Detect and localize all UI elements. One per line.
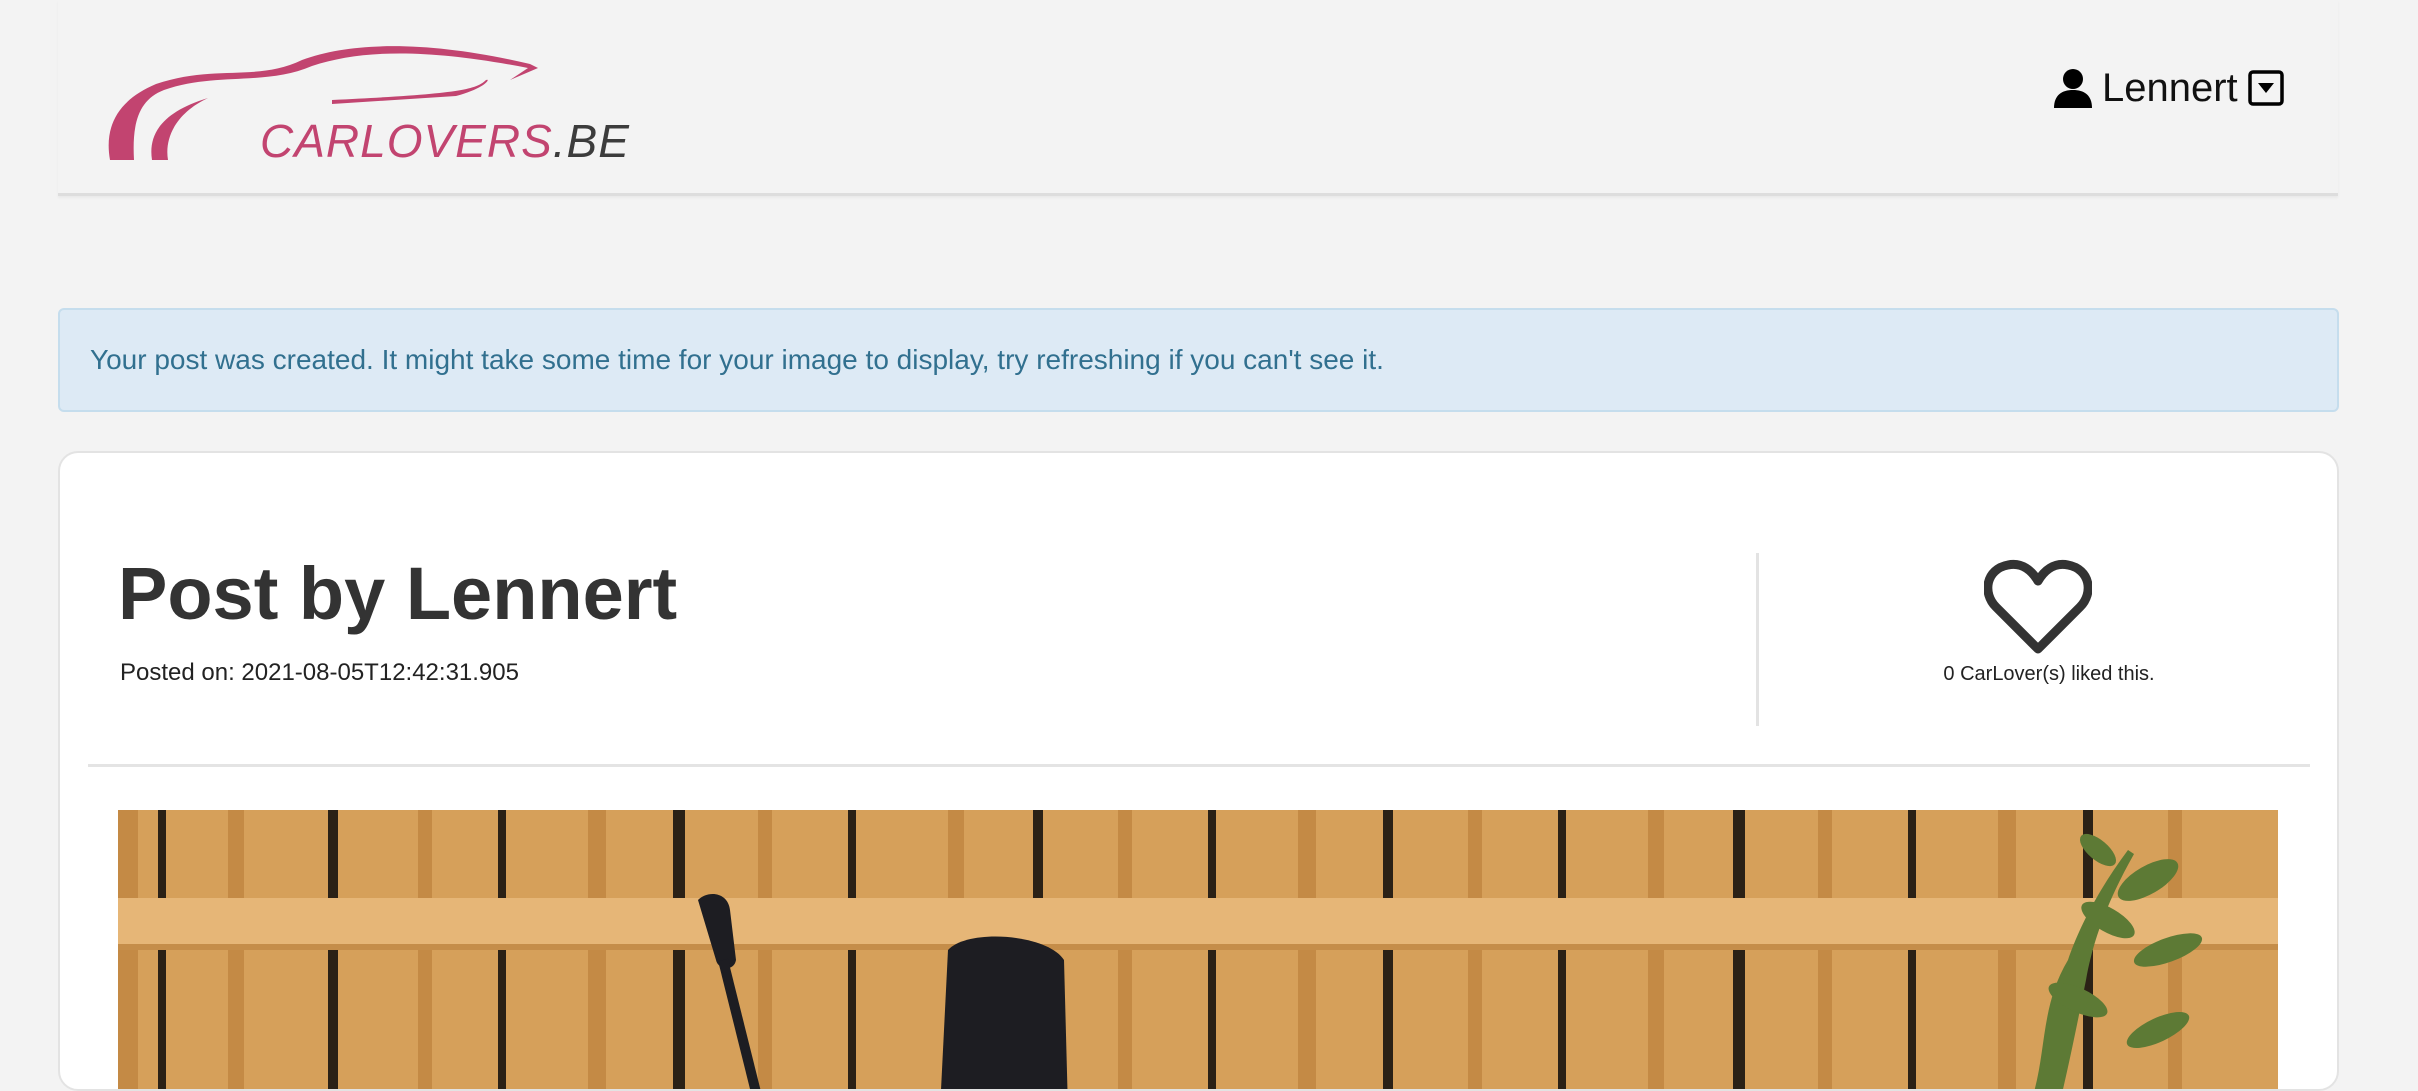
brand-name-tld: .BE	[552, 115, 630, 167]
likes-count-text: 0 CarLover(s) liked this.	[1943, 663, 2155, 685]
post-image	[118, 810, 2278, 1089]
post-panel: Post by Lennert Posted on: 2021-08-05T12…	[58, 451, 2339, 1091]
heart-outline-icon[interactable]	[1984, 559, 2092, 657]
navbar: CARLOVERS.BE Lennert	[58, 0, 2338, 196]
user-menu-toggle[interactable]: Lennert	[2052, 58, 2284, 118]
post-title: Post by Lennert	[118, 552, 678, 635]
user-icon	[2054, 69, 2092, 108]
brand-name-main: CARLOVERS	[260, 115, 553, 167]
post-date: Posted on: 2021-08-05T12:42:31.905	[120, 659, 519, 686]
alert-message: Your post was created. It might take som…	[90, 344, 1384, 375]
alert-post-created: Your post was created. It might take som…	[58, 308, 2339, 412]
vertical-divider	[1756, 553, 1759, 726]
motorbike-photo	[118, 810, 2278, 1089]
horizontal-divider	[88, 764, 2310, 767]
like-section: 0 CarLover(s) liked this.	[1760, 553, 2337, 726]
brand-name: CARLOVERS.BE	[260, 114, 630, 168]
site-logo[interactable]: CARLOVERS.BE	[106, 38, 629, 168]
caret-down-square-icon	[2247, 70, 2284, 106]
username: Lennert	[2102, 65, 2238, 110]
